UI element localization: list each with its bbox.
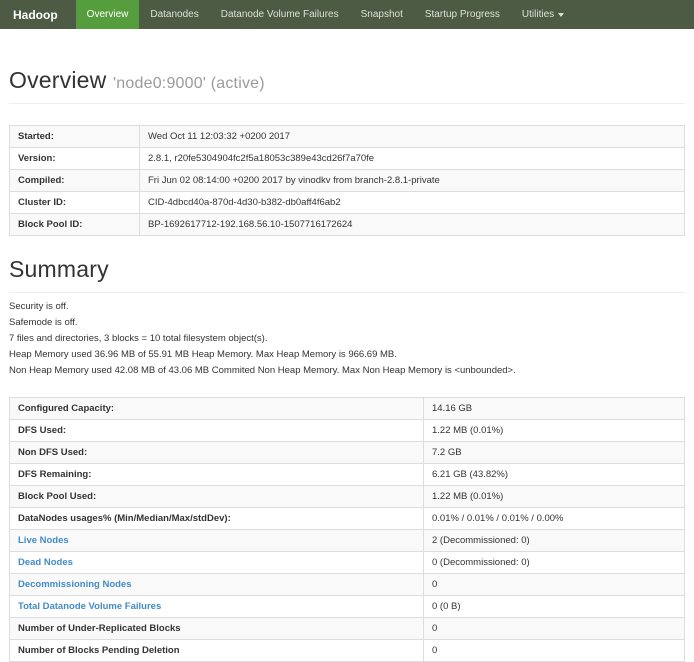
row-value: 0 (0 B): [424, 596, 685, 618]
row-label: Live Nodes: [10, 530, 424, 552]
row-value: 0: [424, 618, 685, 640]
chevron-down-icon: [558, 13, 564, 17]
row-value: 2.8.1, r20fe5304904fc2f5a18053c389e43cd2…: [140, 148, 685, 170]
summary-title: Summary: [9, 256, 685, 283]
row-label: DFS Used:: [10, 420, 424, 442]
table-row: Compiled: Fri Jun 02 08:14:00 +0200 2017…: [10, 170, 685, 192]
row-label: Non DFS Used:: [10, 442, 424, 464]
row-label: Started:: [10, 126, 140, 148]
row-value: Wed Oct 11 12:03:32 +0200 2017: [140, 126, 685, 148]
live-nodes-link[interactable]: Live Nodes: [18, 535, 69, 546]
dead-nodes-link[interactable]: Dead Nodes: [18, 557, 73, 568]
row-value: CID-4dbcd40a-870d-4d30-b382-db0aff4f6ab2: [140, 192, 685, 214]
navbar: Hadoop Overview Datanodes Datanode Volum…: [0, 0, 694, 29]
row-label: Block Pool Used:: [10, 486, 424, 508]
nav-tab-utilities-label: Utilities: [522, 9, 554, 20]
table-row: Block Pool ID: BP-1692617712-192.168.56.…: [10, 214, 685, 236]
page-content: Overview 'node0:9000' (active) Started: …: [0, 67, 694, 662]
table-row: DFS Used: 1.22 MB (0.01%): [10, 420, 685, 442]
non-heap-memory: Non Heap Memory used 42.08 MB of 43.06 M…: [9, 366, 685, 376]
overview-title: Overview: [9, 67, 106, 93]
nav-tab-overview[interactable]: Overview: [76, 0, 140, 29]
table-row: Version: 2.8.1, r20fe5304904fc2f5a18053c…: [10, 148, 685, 170]
nav-tab-utilities-link[interactable]: Utilities: [511, 0, 575, 29]
table-row: DataNodes usages% (Min/Median/Max/stdDev…: [10, 508, 685, 530]
nav-tab-datanodes-link[interactable]: Datanodes: [139, 0, 209, 29]
table-row: Decommissioning Nodes 0: [10, 574, 685, 596]
table-row: Live Nodes 2 (Decommissioned: 0): [10, 530, 685, 552]
row-value: 6.21 GB (43.82%): [424, 464, 685, 486]
nav-tab-startup-progress-link[interactable]: Startup Progress: [414, 0, 511, 29]
nav-tab-datanode-volume-failures[interactable]: Datanode Volume Failures: [210, 0, 350, 29]
overview-table: Started: Wed Oct 11 12:03:32 +0200 2017 …: [9, 125, 685, 236]
row-label: Block Pool ID:: [10, 214, 140, 236]
nav-tab-overview-link[interactable]: Overview: [76, 0, 140, 29]
row-value: Fri Jun 02 08:14:00 +0200 2017 by vinodk…: [140, 170, 685, 192]
nav-tab-snapshot-link[interactable]: Snapshot: [350, 0, 414, 29]
filesystem-objects: 7 files and directories, 3 blocks = 10 t…: [9, 334, 685, 344]
row-label: Number of Blocks Pending Deletion: [10, 640, 424, 662]
table-row: Number of Blocks Pending Deletion 0: [10, 640, 685, 662]
navbar-menu: Overview Datanodes Datanode Volume Failu…: [76, 0, 575, 29]
table-row: Non DFS Used: 7.2 GB: [10, 442, 685, 464]
decommissioning-nodes-link[interactable]: Decommissioning Nodes: [18, 579, 132, 590]
summary-table: Configured Capacity: 14.16 GB DFS Used: …: [9, 397, 685, 662]
navbar-brand[interactable]: Hadoop: [0, 0, 76, 29]
row-label: Total Datanode Volume Failures: [10, 596, 424, 618]
security-status: Security is off.: [9, 302, 685, 312]
row-label: Decommissioning Nodes: [10, 574, 424, 596]
nav-tab-snapshot[interactable]: Snapshot: [350, 0, 414, 29]
row-label: Configured Capacity:: [10, 398, 424, 420]
namenode-address: 'node0:9000' (active): [113, 75, 265, 92]
table-row: Cluster ID: CID-4dbcd40a-870d-4d30-b382-…: [10, 192, 685, 214]
table-row: Configured Capacity: 14.16 GB: [10, 398, 685, 420]
row-value: 14.16 GB: [424, 398, 685, 420]
row-value: 7.2 GB: [424, 442, 685, 464]
table-row: Total Datanode Volume Failures 0 (0 B): [10, 596, 685, 618]
row-value: 0: [424, 640, 685, 662]
summary-header: Summary: [9, 256, 685, 293]
table-row: Number of Under-Replicated Blocks 0: [10, 618, 685, 640]
row-label: Version:: [10, 148, 140, 170]
row-value: 0 (Decommissioned: 0): [424, 552, 685, 574]
total-datanode-volume-failures-link[interactable]: Total Datanode Volume Failures: [18, 601, 161, 612]
row-label: Dead Nodes: [10, 552, 424, 574]
heap-memory: Heap Memory used 36.96 MB of 55.91 MB He…: [9, 350, 685, 360]
row-value: 2 (Decommissioned: 0): [424, 530, 685, 552]
row-label: Number of Under-Replicated Blocks: [10, 618, 424, 640]
row-label: DataNodes usages% (Min/Median/Max/stdDev…: [10, 508, 424, 530]
nav-tab-datanode-volume-failures-link[interactable]: Datanode Volume Failures: [210, 0, 350, 29]
nav-tab-startup-progress[interactable]: Startup Progress: [414, 0, 511, 29]
table-row: Dead Nodes 0 (Decommissioned: 0): [10, 552, 685, 574]
table-row: Block Pool Used: 1.22 MB (0.01%): [10, 486, 685, 508]
summary-status: Security is off. Safemode is off. 7 file…: [9, 302, 685, 376]
row-value: 1.22 MB (0.01%): [424, 420, 685, 442]
row-label: DFS Remaining:: [10, 464, 424, 486]
row-label: Cluster ID:: [10, 192, 140, 214]
overview-header: Overview 'node0:9000' (active): [9, 67, 685, 104]
nav-tab-utilities[interactable]: Utilities: [511, 0, 575, 29]
row-value: 1.22 MB (0.01%): [424, 486, 685, 508]
row-value: 0: [424, 574, 685, 596]
row-value: 0.01% / 0.01% / 0.01% / 0.00%: [424, 508, 685, 530]
table-row: DFS Remaining: 6.21 GB (43.82%): [10, 464, 685, 486]
nav-tab-datanodes[interactable]: Datanodes: [139, 0, 209, 29]
safemode-status: Safemode is off.: [9, 318, 685, 328]
table-row: Started: Wed Oct 11 12:03:32 +0200 2017: [10, 126, 685, 148]
page-title: Overview 'node0:9000' (active): [9, 67, 685, 94]
row-value: BP-1692617712-192.168.56.10-150771617262…: [140, 214, 685, 236]
row-label: Compiled:: [10, 170, 140, 192]
